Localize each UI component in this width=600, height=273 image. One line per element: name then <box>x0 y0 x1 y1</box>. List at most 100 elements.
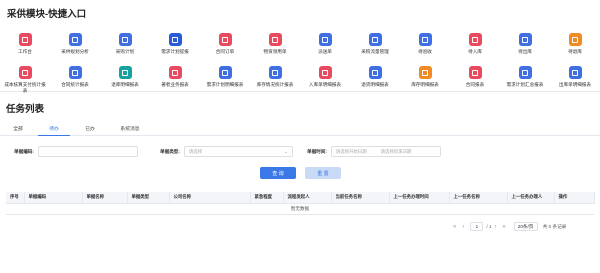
table-empty-row: 暂无数据 <box>6 203 594 215</box>
shortcut-item[interactable]: 物资领用单 <box>250 33 300 66</box>
task-table: 序号 单据编码 单据名称 单据类型 公司名称 紧急程度 流程发起人 当前任务名称… <box>6 192 595 215</box>
contract-sheet-icon <box>468 66 482 79</box>
shortcut-item[interactable]: 采供规划分析 <box>50 33 100 66</box>
shortcut-label: 退库明细报表 <box>111 82 139 87</box>
doc-time-label: 单据时间: <box>307 148 327 154</box>
col-actions: 操作 <box>554 192 595 204</box>
last-page-icon[interactable]: » <box>502 224 505 230</box>
shortcut-item[interactable]: 需求计划提报 <box>150 33 200 66</box>
total-pages: / 1 <box>486 224 492 229</box>
shortcut-label: 待退库 <box>568 49 582 54</box>
col-prev-task-time: 上一任务办理时间 <box>389 192 450 204</box>
shortcut-label: 需求计划汇总报表 <box>506 82 544 87</box>
first-page-icon[interactable]: « <box>453 224 456 230</box>
shortcut-item[interactable]: 采购流量管理 <box>350 33 400 66</box>
demand-report-icon <box>218 66 232 79</box>
next-page-icon[interactable]: › <box>494 224 496 230</box>
icon-glyph <box>322 69 328 76</box>
icon-glyph <box>472 36 478 43</box>
shortcut-label: 合同报表 <box>465 82 485 87</box>
shortcut-label: 需求计划明细报表 <box>206 82 244 87</box>
shortcut-item[interactable]: 待出库 <box>500 33 550 66</box>
shortcut-item[interactable]: 库存明细报表 <box>400 66 450 99</box>
check-icon <box>418 33 432 46</box>
shortcut-item[interactable]: 合同统计报表 <box>50 66 100 99</box>
prev-page-icon[interactable]: ‹ <box>462 224 464 230</box>
reset-button[interactable]: 重 置 <box>305 167 341 179</box>
shortcut-item[interactable]: 退库明细报表 <box>100 66 150 99</box>
shortcut-item[interactable]: 入库单明细报表 <box>300 66 350 99</box>
flow-icon <box>368 33 382 46</box>
shortcut-item[interactable]: 退货明细报表 <box>350 66 400 99</box>
icon-glyph <box>172 36 178 43</box>
contract-icon <box>218 33 232 46</box>
icon-glyph <box>272 36 278 43</box>
icon-glyph <box>222 36 228 43</box>
clock-icon <box>168 33 182 46</box>
page-size-select[interactable]: 20条/页 ⌄ <box>513 222 538 231</box>
icon-glyph <box>472 69 478 76</box>
shortcut-item[interactable]: 出库单明细报表 <box>550 66 600 99</box>
shortcut-label: 库存明细报表 <box>411 82 439 87</box>
shortcut-label: 合同统计报表 <box>61 82 89 87</box>
stock-report-icon <box>268 66 282 79</box>
shortcut-item[interactable]: 待入库 <box>450 33 500 66</box>
shortcut-item[interactable]: 待验收 <box>400 33 450 66</box>
pagination: « ‹ 1 / 1 › » 20条/页 ⌄ 共 0 条记录 <box>450 222 566 231</box>
shortcut-item[interactable]: 待退库 <box>550 33 600 66</box>
shortcut-panel: 采供模块-快捷入口 工作台 采供规划分析 采购计划 需求计划提报 合同订单 物资领用单 派送… <box>0 0 600 93</box>
cost-report-icon <box>18 66 32 79</box>
workbench-icon <box>18 33 32 46</box>
shortcut-item[interactable]: 成本核算支付统计报表 <box>0 66 50 99</box>
shortcut-item[interactable]: 工作台 <box>0 33 50 66</box>
icon-glyph <box>372 69 378 76</box>
total-records: 共 0 条记录 <box>542 223 567 229</box>
empty-text: 暂无数据 <box>6 203 594 215</box>
icon-glyph <box>72 36 78 43</box>
date-range-picker[interactable]: 请选择开始日期 请选择结束日期 <box>330 146 441 157</box>
shortcut-label: 物资领用单 <box>263 49 287 54</box>
tab-done[interactable]: 已办 <box>72 121 108 135</box>
task-tabs: 全部 待办 已办 系统消息 <box>0 121 600 136</box>
business-report-icon <box>168 66 182 79</box>
shortcut-title: 采供模块-快捷入口 <box>7 9 87 20</box>
shortcut-item[interactable]: 合同订单 <box>200 33 250 66</box>
col-initiator: 流程发起人 <box>283 192 332 204</box>
filter-doc-time: 单据时间: 请选择开始日期 请选择结束日期 <box>307 146 441 157</box>
shortcut-item[interactable]: 派送单 <box>300 33 350 66</box>
shortcut-item[interactable]: 采购计划 <box>100 33 150 66</box>
start-date-placeholder[interactable]: 请选择开始日期 <box>336 149 367 155</box>
doc-no-input[interactable] <box>37 146 138 157</box>
icon-glyph <box>522 36 528 43</box>
doc-type-select[interactable]: 请选择 ⌄ <box>183 146 293 157</box>
icon-glyph <box>572 69 578 76</box>
shortcut-label: 出库单明细报表 <box>558 82 592 87</box>
filter-doc-no: 单据编码: <box>14 146 138 157</box>
shortcut-label: 著者业务报表 <box>161 82 189 87</box>
return-report-icon <box>118 66 132 79</box>
col-doc-no: 单据编码 <box>24 192 83 204</box>
shortcut-item[interactable]: 库存情况统计报表 <box>250 66 300 99</box>
shortcut-item[interactable]: 需求计划汇总报表 <box>500 66 550 99</box>
tab-all[interactable]: 全部 <box>0 121 36 135</box>
shortcut-label: 成本核算支付统计报表 <box>4 82 46 93</box>
contract-report-icon <box>68 66 82 79</box>
col-urgency: 紧急程度 <box>250 192 284 204</box>
end-date-placeholder[interactable]: 请选择结束日期 <box>381 149 412 155</box>
icon-glyph <box>522 69 528 76</box>
shortcut-label: 合同订单 <box>215 49 235 54</box>
shortcut-item[interactable]: 需求计划明细报表 <box>200 66 250 99</box>
shortcut-label: 待验收 <box>418 49 432 54</box>
task-list-title: 任务列表 <box>6 104 45 115</box>
tab-system-messages[interactable]: 系统消息 <box>108 121 152 135</box>
query-button[interactable]: 查 询 <box>260 167 296 179</box>
tab-todo[interactable]: 待办 <box>36 121 72 136</box>
col-doc-type: 单据类型 <box>127 192 170 204</box>
col-prev-task-handler: 上一任务办理人 <box>507 192 555 204</box>
shortcut-label: 派送单 <box>318 49 332 54</box>
shortcut-label: 采供规划分析 <box>61 49 89 54</box>
shortcut-item[interactable]: 著者业务报表 <box>150 66 200 99</box>
page-input[interactable]: 1 <box>470 222 484 231</box>
icon-glyph <box>422 69 428 76</box>
shortcut-item[interactable]: 合同报表 <box>450 66 500 99</box>
